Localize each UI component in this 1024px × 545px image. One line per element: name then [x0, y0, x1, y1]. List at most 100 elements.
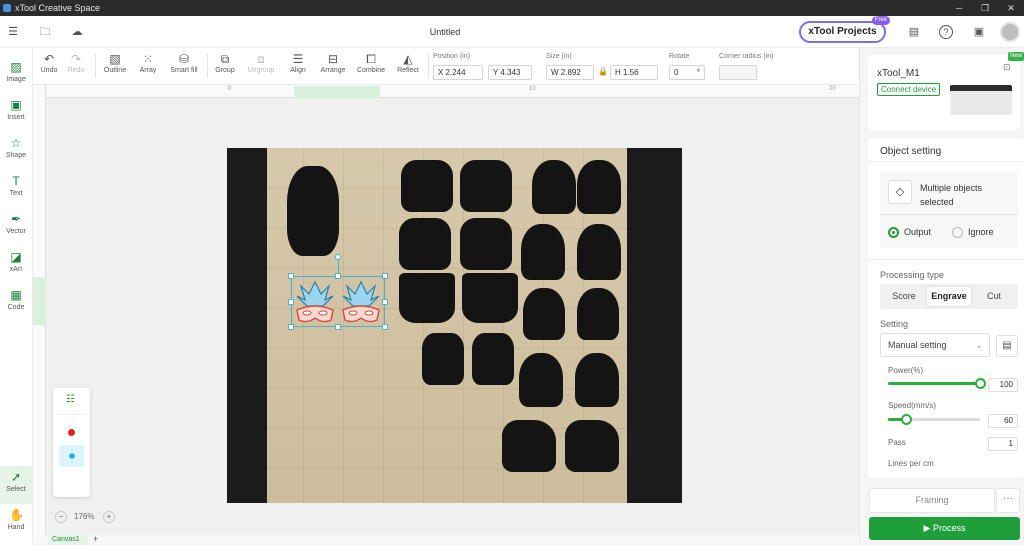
tasks-icon[interactable]: ▤ [907, 25, 921, 39]
mask-design[interactable] [293, 280, 337, 326]
xtool-projects-button[interactable]: xTool Projects Free [799, 16, 890, 43]
outline-icon: ▧ [109, 52, 121, 66]
tool-text[interactable]: T Text [0, 170, 32, 208]
type-score-button[interactable]: Score [882, 287, 926, 306]
layer-list-icon[interactable]: ☷ [66, 394, 75, 405]
tool-label: Shape [5, 152, 27, 159]
object-setting-title: Object setting [880, 146, 942, 157]
framing-button[interactable]: Framing [869, 488, 995, 513]
power-slider-fill [888, 382, 980, 385]
zoom-level: 176% [74, 512, 95, 521]
tool-insert[interactable]: ▣ Insert [0, 94, 32, 132]
layer-red-swatch[interactable] [68, 429, 75, 436]
tool-select[interactable]: ➚ Select [0, 466, 32, 504]
arrange-button[interactable]: ⊟ Arrange [317, 52, 349, 74]
pass-input[interactable]: 1 [988, 437, 1018, 451]
mask-design[interactable] [339, 280, 383, 326]
layer-panel: ☷ [53, 388, 90, 497]
setting-select[interactable]: Manual setting ⌄ [880, 333, 990, 357]
size-w-field[interactable]: W 2.892 [546, 65, 594, 80]
reflect-button[interactable]: ◭ Reflect [394, 52, 422, 74]
layer-cyan-item[interactable] [59, 445, 84, 467]
array-icon: ⁙ [142, 52, 154, 66]
smart-fill-icon: ⛁ [178, 52, 190, 66]
tool-label: Select [6, 486, 26, 493]
align-label: Align [290, 67, 306, 74]
rotate-label: Rotate [669, 53, 690, 60]
layer-cyan-swatch [68, 452, 76, 460]
position-y-field[interactable]: Y 4.343 [488, 65, 532, 80]
corner-radius-field[interactable] [719, 65, 757, 80]
process-button[interactable]: ▶ Process [869, 517, 1020, 540]
resize-handle-tr[interactable] [382, 273, 388, 279]
speed-input[interactable]: 60 [988, 414, 1018, 428]
text-icon: T [12, 174, 20, 188]
tool-code[interactable]: ▦ Code [0, 284, 32, 322]
smart-fill-button[interactable]: ⛁ Smart fill [168, 52, 200, 74]
hand-icon: ✋ [9, 508, 24, 522]
close-icon[interactable]: ✕ [998, 3, 1024, 14]
tool-vector[interactable]: ✒ Vector [0, 208, 32, 246]
combine-button[interactable]: ⧠ Combine [355, 52, 387, 74]
resize-handle-tl[interactable] [288, 273, 294, 279]
tool-shape[interactable]: ☆ Shape [0, 132, 32, 170]
avatar[interactable] [1000, 22, 1020, 42]
maximize-icon[interactable]: ❐ [972, 3, 998, 14]
pass-label: Pass [888, 438, 906, 447]
lock-ratio-icon[interactable]: 🔒 [598, 67, 608, 76]
zoom-in-button[interactable]: + [103, 511, 115, 523]
insert-icon: ▣ [10, 98, 22, 112]
smart-fill-label: Smart fill [170, 67, 198, 74]
more-options-button[interactable]: ··· [996, 488, 1020, 513]
outline-button[interactable]: ▧ Outline [101, 52, 129, 74]
ignore-radio[interactable] [952, 227, 963, 238]
minimize-icon[interactable]: ─ [946, 3, 972, 14]
type-cut-button[interactable]: Cut [972, 287, 1016, 306]
tool-xart[interactable]: ◪ xArt [0, 246, 32, 284]
array-button[interactable]: ⁙ Array [136, 52, 160, 74]
add-canvas-button[interactable]: + [93, 534, 98, 544]
chevron-down-icon: ⌄ [975, 340, 983, 350]
output-radio[interactable] [888, 227, 899, 238]
align-button[interactable]: ☰ Align [286, 52, 310, 74]
processing-type-switch: Score Engrave Cut [880, 284, 1018, 309]
zoom-control: − 176% + [55, 510, 117, 525]
tool-label: Insert [7, 114, 25, 121]
speed-slider[interactable] [888, 414, 980, 425]
zoom-out-button[interactable]: − [55, 511, 67, 523]
device-settings-icon[interactable]: ⊡ [1003, 62, 1011, 73]
cursor-icon: ➚ [10, 470, 22, 484]
redo-icon: ↷ [70, 52, 82, 66]
reflect-label: Reflect [397, 67, 419, 74]
power-input[interactable]: 100 [988, 378, 1018, 392]
process-label: Process [932, 523, 966, 533]
size-h-field[interactable]: H 1.56 [610, 65, 658, 80]
tool-hand[interactable]: ✋ Hand [0, 504, 32, 542]
size-label: Size (in) [546, 53, 572, 60]
setting-label: Setting [880, 319, 909, 329]
power-label: Power(%) [888, 366, 924, 375]
ignore-label: Ignore [968, 227, 994, 237]
top-toolbar: ↶ Undo ↷ Redo ▧ Outline ⁙ Array ⛁ Smart fill … [33, 48, 859, 85]
store-icon[interactable]: ▣ [972, 25, 986, 39]
power-slider[interactable] [888, 378, 986, 389]
tool-image[interactable]: ▨ Image [0, 56, 32, 94]
material-library-icon[interactable]: ▤ [996, 335, 1018, 357]
rotate-field[interactable]: 0 ° [669, 65, 705, 80]
group-button[interactable]: ⧉ Group [213, 52, 237, 74]
type-engrave-button[interactable]: Engrave [927, 287, 971, 306]
redo-button[interactable]: ↷ Redo [65, 52, 87, 74]
undo-button[interactable]: ↶ Undo [38, 52, 60, 74]
tab-canvas1[interactable]: Canvas1 [48, 535, 88, 545]
power-slider-knob[interactable] [975, 378, 986, 389]
ungroup-icon: ⧈ [257, 52, 265, 66]
speed-label: Speed(mm/s) [888, 401, 937, 410]
resize-handle-t[interactable] [335, 273, 341, 279]
window-title: xTool Creative Space [15, 3, 101, 13]
position-x-field[interactable]: X 2.244 [433, 65, 483, 80]
ruler-tick: 10 [529, 86, 536, 92]
connect-device-button[interactable]: Connect device [877, 83, 941, 96]
ungroup-button[interactable]: ⧈ Ungroup [244, 52, 278, 74]
shape-icon: ☆ [10, 136, 22, 150]
help-icon[interactable]: ? [939, 25, 953, 39]
